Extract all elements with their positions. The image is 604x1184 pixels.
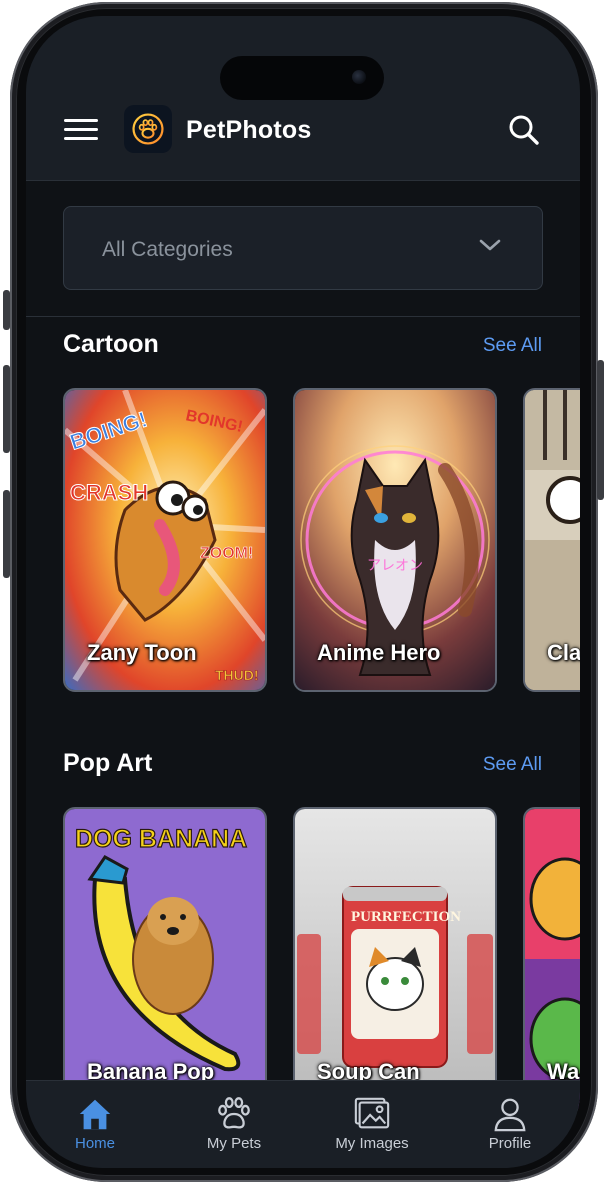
volume-up-button	[3, 365, 10, 453]
divider	[26, 316, 580, 317]
screen: PetPhotos All Categories Cartoon See All	[26, 16, 580, 1168]
app-logo	[124, 105, 172, 153]
svg-text:ZOOM!: ZOOM!	[200, 545, 253, 562]
card-zany-toon[interactable]: BOING! CRASH BOING! ZOOM! THUD! Zany Too…	[63, 388, 267, 692]
paw-icon	[218, 1097, 250, 1129]
card-cla[interactable]: Cla	[523, 388, 580, 692]
search-button[interactable]	[508, 114, 540, 146]
art-text: DOG BANANA	[75, 825, 247, 853]
images-icon	[354, 1097, 390, 1129]
tab-home[interactable]: Home	[40, 1095, 150, 1157]
bottom-tab-bar: Home My Pets My Images Profile	[26, 1080, 580, 1168]
hamburger-icon-line	[64, 137, 98, 140]
mute-switch	[3, 290, 10, 330]
tab-label: My Images	[335, 1135, 409, 1152]
section-title-cartoon: Cartoon	[63, 330, 159, 358]
tab-my-pets[interactable]: My Pets	[179, 1095, 289, 1157]
chevron-down-icon	[479, 239, 501, 251]
card-soup-can[interactable]: PURRFECTION Soup Can	[293, 807, 497, 1111]
tab-label: My Pets	[206, 1135, 262, 1152]
dynamic-island	[220, 56, 384, 100]
hamburger-icon-line	[64, 128, 98, 131]
svg-text:アレオン: アレオン	[367, 558, 423, 574]
section-title-pop-art: Pop Art	[63, 749, 153, 777]
tab-profile[interactable]: Profile	[455, 1095, 565, 1157]
app-title: PetPhotos	[186, 116, 312, 144]
tab-my-images[interactable]: My Images	[317, 1095, 427, 1157]
menu-button[interactable]	[64, 119, 98, 145]
paw-logo-icon	[132, 113, 164, 145]
hamburger-icon	[64, 119, 98, 122]
card-caption: Anime Hero	[317, 640, 441, 665]
category-dropdown[interactable]: All Categories	[63, 206, 543, 290]
card-banana-pop[interactable]: DOG BANANA Banana Pop	[63, 807, 267, 1111]
power-button	[597, 360, 604, 500]
see-all-pop-art-link[interactable]: See All	[483, 754, 542, 776]
svg-text:CRASH: CRASH	[70, 480, 148, 505]
tab-label: Profile	[488, 1135, 532, 1152]
tab-label: Home	[74, 1135, 115, 1152]
profile-icon	[494, 1098, 526, 1132]
home-icon	[79, 1099, 111, 1130]
search-icon	[509, 115, 539, 145]
card-wa[interactable]: Wa	[523, 807, 580, 1111]
category-dropdown-value: All Categories	[102, 238, 233, 261]
see-all-cartoon-link[interactable]: See All	[483, 335, 542, 357]
volume-down-button	[3, 490, 10, 578]
camera-lens	[352, 70, 366, 84]
card-caption: Cla	[547, 640, 580, 665]
card-caption: Zany Toon	[87, 640, 197, 665]
card-anime-hero[interactable]: アレオン Anime Hero	[293, 388, 497, 692]
svg-text:THUD!: THUD!	[215, 667, 259, 683]
art-text: PURRFECTION	[351, 909, 461, 925]
